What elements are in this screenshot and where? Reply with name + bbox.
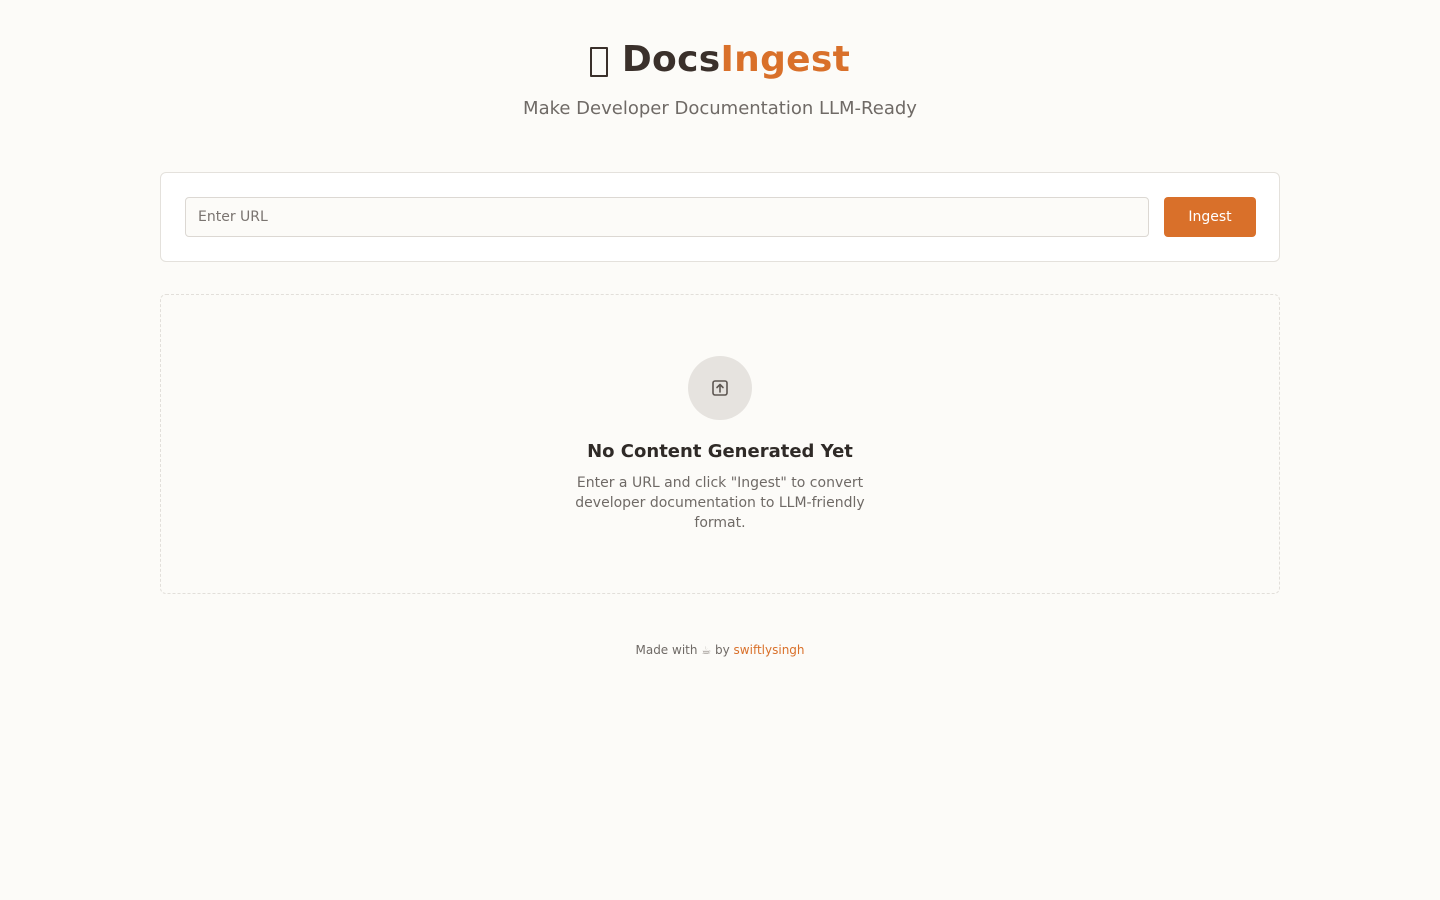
app-title-ingest: Ingest <box>720 39 851 80</box>
empty-state-panel: No Content Generated Yet Enter a URL and… <box>160 294 1280 594</box>
page-footer: Made with ☕ by swiftlysingh <box>0 642 1440 659</box>
empty-state-title: No Content Generated Yet <box>587 441 853 462</box>
footer-by: by <box>715 643 730 657</box>
empty-state-icon-circle <box>688 356 752 420</box>
coffee-icon: ☕ <box>701 644 712 657</box>
footer-made-with: Made with <box>635 643 698 657</box>
book-icon <box>589 47 608 77</box>
url-input[interactable] <box>185 197 1149 237</box>
app-subtitle: Make Developer Documentation LLM-Ready <box>523 98 917 119</box>
app-title: DocsIngest <box>0 38 1440 82</box>
author-link[interactable]: swiftlysingh <box>734 643 805 657</box>
page-header: DocsIngest Make Developer Documentation … <box>0 38 1440 121</box>
upload-box-icon <box>712 380 728 396</box>
app-title-docs: Docs <box>621 39 721 80</box>
ingest-button[interactable]: Ingest <box>1164 197 1256 237</box>
url-input-card: Ingest <box>160 172 1280 262</box>
empty-state-description: Enter a URL and click "Ingest" to conver… <box>575 475 865 531</box>
